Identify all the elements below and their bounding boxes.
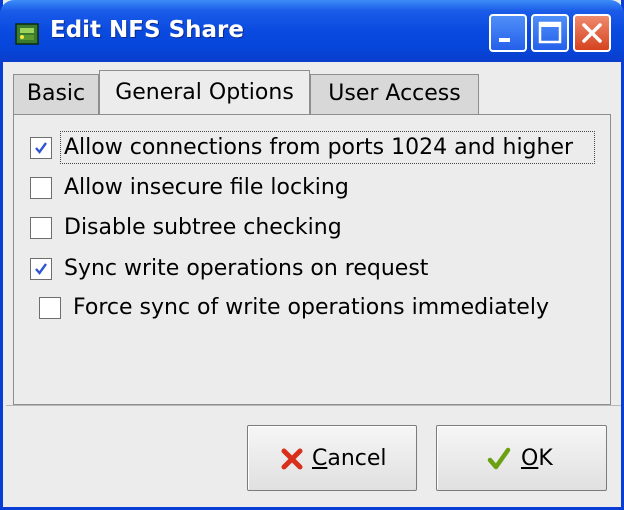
title-bar[interactable]: Edit NFS Share: [0, 0, 624, 62]
ok-label: OK: [521, 446, 553, 471]
app-icon: [15, 23, 39, 45]
ok-button[interactable]: OK: [436, 425, 607, 491]
checkbox[interactable]: [30, 137, 52, 159]
close-button[interactable]: [573, 14, 611, 52]
check-icon: [487, 447, 511, 470]
x-icon: [281, 448, 303, 470]
maximize-icon: [538, 21, 562, 44]
option-label: Allow connections from ports 1024 and hi…: [64, 135, 574, 160]
maximize-button[interactable]: [531, 14, 569, 52]
dialog-window: Edit NFS Share Basic User Access General…: [0, 0, 624, 510]
option-label: Disable subtree checking: [64, 215, 342, 240]
option-label: Force sync of write operations immediate…: [73, 295, 549, 320]
tab-basic[interactable]: Basic: [13, 74, 99, 114]
minimize-icon: [499, 38, 510, 42]
checkbox[interactable]: [39, 297, 61, 319]
tab-user-access[interactable]: User Access: [310, 74, 479, 114]
checkmark-icon: [35, 142, 47, 154]
tab-general-options[interactable]: General Options: [99, 70, 310, 116]
checkbox[interactable]: [30, 217, 52, 239]
option-label: Sync write operations on request: [64, 256, 429, 281]
separator: [6, 405, 621, 406]
checkbox[interactable]: [30, 177, 52, 199]
minimize-button[interactable]: [489, 14, 527, 52]
general-options-panel: Allow connections from ports 1024 and hi…: [13, 114, 611, 405]
checkbox[interactable]: [30, 258, 52, 280]
option-label: Allow insecure file locking: [64, 175, 349, 200]
window-title: Edit NFS Share: [50, 17, 244, 43]
close-icon: [582, 23, 602, 43]
checkmark-icon: [35, 263, 47, 275]
cancel-button[interactable]: Cancel: [247, 425, 417, 491]
cancel-label: Cancel: [312, 446, 387, 471]
